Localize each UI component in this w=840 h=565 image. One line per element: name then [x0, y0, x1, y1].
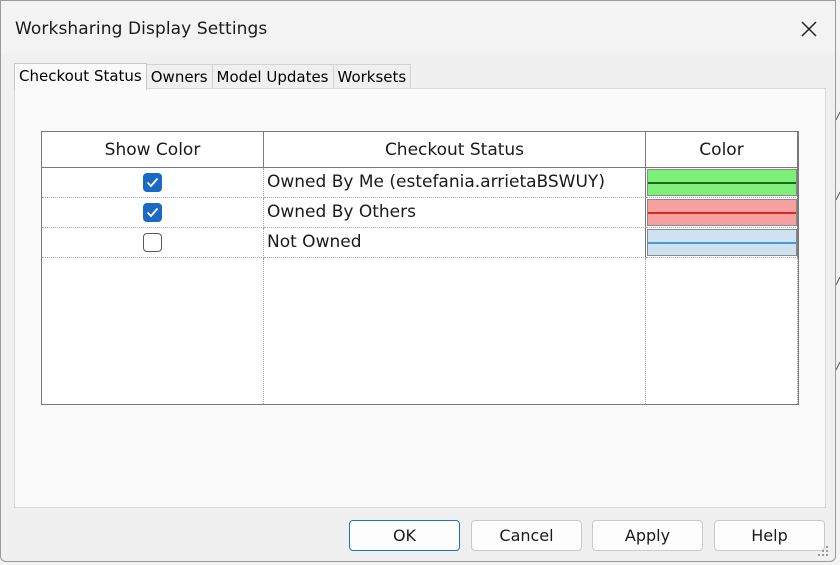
apply-button[interactable]: Apply: [592, 520, 703, 551]
swatch-line: [648, 182, 796, 184]
checkout-status-cell: Owned By Others: [264, 198, 646, 228]
color-cell: [646, 198, 798, 228]
header-checkout-status[interactable]: Checkout Status: [264, 132, 646, 168]
worksharing-display-settings-dialog: Worksharing Display Settings Checkout St…: [0, 0, 836, 562]
empty-column-area: [264, 258, 646, 404]
table-row: Owned By Others: [42, 198, 798, 228]
checkout-status-panel: Show Color Checkout Status Color Owned B…: [14, 88, 826, 508]
color-cell: [646, 168, 798, 198]
show-color-checkbox-not-owned[interactable]: [143, 233, 162, 252]
tab-model-updates[interactable]: Model Updates: [212, 64, 334, 89]
tab-strip: Checkout Status Owners Model Updates Wor…: [14, 63, 412, 90]
empty-column-area: [42, 258, 264, 404]
color-swatch-not-owned[interactable]: [647, 229, 797, 256]
show-color-checkbox-owned-by-others[interactable]: [143, 203, 162, 222]
show-color-cell: [42, 168, 264, 198]
show-color-cell: [42, 228, 264, 258]
checkout-status-cell: Owned By Me (estefania.arrietaBSWUY): [264, 168, 646, 198]
dialog-title: Worksharing Display Settings: [15, 19, 268, 39]
header-show-color[interactable]: Show Color: [42, 132, 264, 168]
header-color[interactable]: Color: [646, 132, 798, 168]
help-button[interactable]: Help: [714, 520, 825, 551]
empty-column-area: [646, 258, 798, 404]
checkmark-icon: [146, 207, 159, 218]
close-button[interactable]: [793, 13, 825, 45]
color-cell: [646, 228, 798, 258]
color-swatch-owned-by-me[interactable]: [647, 169, 797, 196]
resize-grip-icon[interactable]: [817, 545, 829, 557]
show-color-cell: [42, 198, 264, 228]
table-row: Not Owned: [42, 228, 798, 258]
tab-owners[interactable]: Owners: [146, 64, 213, 89]
title-bar: Worksharing Display Settings: [1, 1, 835, 53]
tab-checkout-status[interactable]: Checkout Status: [14, 63, 147, 90]
ok-button[interactable]: OK: [349, 520, 460, 551]
tab-worksets[interactable]: Worksets: [333, 64, 412, 89]
swatch-line: [648, 242, 796, 244]
checkout-status-table: Show Color Checkout Status Color Owned B…: [41, 131, 799, 405]
show-color-checkbox-owned-by-me[interactable]: [143, 173, 162, 192]
cancel-button[interactable]: Cancel: [471, 520, 582, 551]
swatch-line: [648, 212, 796, 214]
color-swatch-owned-by-others[interactable]: [647, 199, 797, 226]
checkout-status-cell: Not Owned: [264, 228, 646, 258]
table-row: Owned By Me (estefania.arrietaBSWUY): [42, 168, 798, 198]
close-icon: [801, 21, 817, 37]
checkmark-icon: [146, 177, 159, 188]
